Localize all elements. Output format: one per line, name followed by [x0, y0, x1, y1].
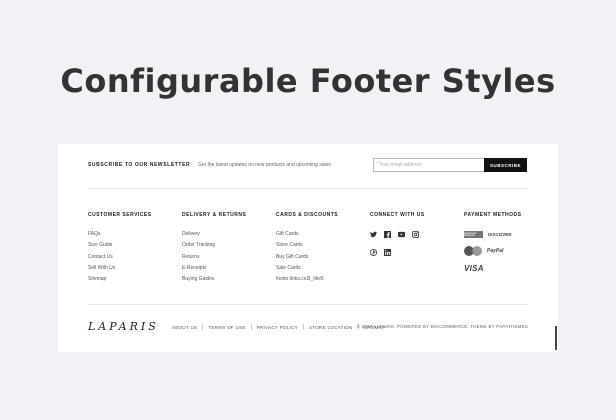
footer-link-size-guide[interactable]: Size Guide	[88, 242, 152, 253]
bottom-link-about-us[interactable]: ABOUT US	[172, 325, 197, 330]
visa-badge: VISA	[464, 264, 484, 273]
bottom-bar: LAPARIS ABOUT US TERMS OF USE PRIVACY PO…	[88, 320, 528, 334]
paypal-badge: PayPal	[487, 248, 504, 254]
footer-link-order-tracking[interactable]: Order Tracking	[182, 242, 246, 253]
footer-link-e-receipts[interactable]: E-Receipts	[182, 265, 246, 276]
bottom-link-terms[interactable]: TERMS OF USE	[208, 325, 245, 330]
scrollbar-thumb[interactable]	[555, 326, 557, 350]
footer-column-cards-discounts: CARDS & DISCOUNTS Gift Cards Store Cards…	[276, 212, 338, 287]
column-title: CARDS & DISCOUNTS	[276, 212, 339, 218]
link-separator	[202, 324, 204, 330]
site-logo[interactable]: LAPARIS	[88, 320, 159, 333]
footer-link-delivery[interactable]: Delivery	[182, 231, 246, 242]
footer-column-delivery-returns: DELIVERY & RETURNS Delivery Order Tracki…	[182, 212, 246, 287]
footer-link-gift-cards[interactable]: Gift Cards	[276, 231, 338, 242]
twitter-icon[interactable]	[370, 231, 377, 238]
footer-link-sell-with-us[interactable]: Sell With Us	[88, 265, 152, 276]
column-title: CONNECT WITH US	[370, 212, 425, 218]
footer-link-sitemap[interactable]: Sitemap	[88, 276, 152, 287]
footer-link-faqs[interactable]: FAQs	[88, 231, 152, 242]
footer-link-col3-title5[interactable]: footer.links.col3_title5	[276, 276, 338, 287]
copyright-text: © 2017 LAPARIS. POWERED BY BIGCOMMERCE. …	[356, 324, 528, 329]
footer-link-sale-cards[interactable]: Sale Cards	[276, 265, 338, 276]
newsletter-row: SUBSCRIBE TO OUR NEWSLETTER Get the late…	[88, 158, 528, 174]
payment-row: VISA	[464, 264, 522, 273]
column-title: PAYMENT METHODS	[464, 212, 522, 218]
column-title: CUSTOMER SERVICES	[88, 212, 152, 218]
social-row	[370, 249, 425, 256]
page-headline: Configurable Footer Styles	[60, 62, 556, 100]
footer-link-returns[interactable]: Returns	[182, 254, 246, 265]
bottom-links: ABOUT US TERMS OF USE PRIVACY POLICY STO…	[172, 324, 385, 330]
newsletter-title: SUBSCRIBE TO OUR NEWSLETTER	[88, 162, 191, 168]
bottom-link-store-location[interactable]: STORE LOCATION	[309, 325, 353, 330]
footer-link-buy-gift-cards[interactable]: Buy Gift Cards	[276, 254, 338, 265]
youtube-icon[interactable]	[398, 231, 405, 238]
footer-link-buying-guides[interactable]: Buying Guides	[182, 276, 246, 287]
newsletter-divider	[88, 188, 528, 189]
discover-badge: DISCOVER	[488, 232, 512, 237]
footer-link-store-cards[interactable]: Store Cards	[276, 242, 338, 253]
pinterest-icon[interactable]	[370, 249, 377, 256]
footer-column-payment: PAYMENT METHODS AMERICAN EXPRESS DISCOVE…	[464, 212, 522, 281]
footer-column-connect: CONNECT WITH US	[370, 212, 425, 267]
footer-column-customer-services: CUSTOMER SERVICES FAQs Size Guide Contac…	[88, 212, 152, 287]
mastercard-icon	[464, 246, 482, 256]
newsletter-description: Get the latest updates on new products a…	[198, 162, 331, 168]
instagram-icon[interactable]	[412, 231, 419, 238]
footer-link-contact-us[interactable]: Contact Us	[88, 254, 152, 265]
social-row	[370, 231, 425, 238]
subscribe-button[interactable]: SUBSCRIBE	[484, 158, 527, 172]
payment-row: PayPal	[464, 246, 522, 256]
amex-badge: AMERICAN EXPRESS	[464, 231, 483, 238]
payment-row: AMERICAN EXPRESS DISCOVER	[464, 231, 522, 238]
link-separator	[250, 324, 252, 330]
bottom-divider	[88, 304, 528, 305]
linkedin-icon[interactable]	[384, 249, 391, 256]
column-title: DELIVERY & RETURNS	[182, 212, 247, 218]
newsletter-email-input[interactable]	[373, 158, 485, 172]
footer-preview: SUBSCRIBE TO OUR NEWSLETTER Get the late…	[58, 144, 558, 352]
link-separator	[302, 324, 304, 330]
bottom-link-privacy[interactable]: PRIVACY POLICY	[257, 325, 298, 330]
facebook-icon[interactable]	[384, 231, 391, 238]
